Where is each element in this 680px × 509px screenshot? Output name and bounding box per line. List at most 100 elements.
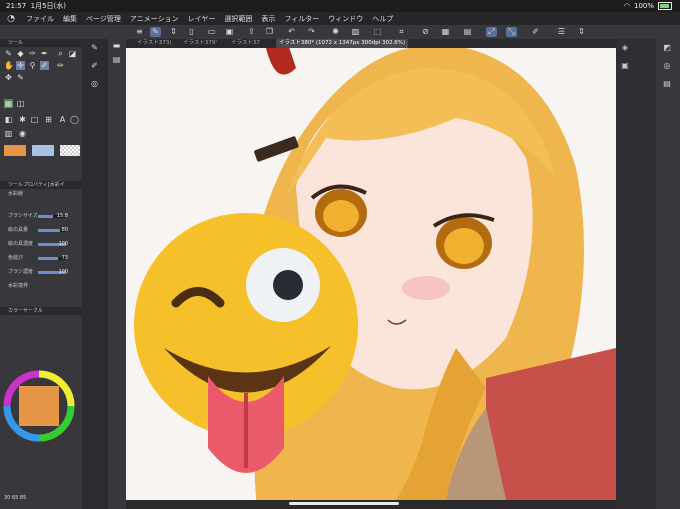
menu-window[interactable]: ウィンドウ xyxy=(328,14,363,24)
main-color-swatch[interactable] xyxy=(4,145,26,156)
menu-layer[interactable]: レイヤー xyxy=(188,14,216,24)
save-icon[interactable]: ▣ xyxy=(224,27,235,37)
ruler-icon[interactable]: ▥ xyxy=(4,129,13,138)
app-logo-icon[interactable]: ◔ xyxy=(4,14,18,24)
sparkle-icon[interactable]: ✱ xyxy=(18,115,27,124)
right-panel: ◈ ▣ xyxy=(616,39,656,509)
hand-tool-icon[interactable]: ✋ xyxy=(4,61,14,70)
property-row[interactable]: 絵の具濃度 100 xyxy=(4,240,78,249)
saturation-square[interactable] xyxy=(19,386,59,426)
stepper-icon[interactable]: ⇕ xyxy=(168,27,179,37)
artwork xyxy=(126,48,616,500)
pen-pressure-icon[interactable]: ✐ xyxy=(530,27,541,37)
airbrush-icon[interactable]: ✎ xyxy=(16,73,25,82)
command-bar: ≡ ✎ ⇕ ▯ ▭ ▣ ⇪ ❐ ↶ ↷ ✺ ▨ ⬚ ⌗ ⊘ ▦ ▤ ⤢ ⤡ ✐ … xyxy=(0,25,680,39)
snap-grid-icon[interactable]: ▦ xyxy=(440,27,451,37)
pencil-tool-icon[interactable]: ✏ xyxy=(56,61,65,70)
document-tabs: イラスト373( イラスト379' イラスト37 イラスト380* (1072 … xyxy=(126,39,616,48)
date: 1月5日(水) xyxy=(30,2,67,10)
property-row[interactable]: 色延び 73 xyxy=(4,254,78,263)
snap-ruler-icon[interactable]: ▤ xyxy=(462,27,473,37)
brush-name-row[interactable]: 水彩線 xyxy=(4,190,78,199)
color-circle-header: カラーサークル xyxy=(0,307,82,315)
hsv-readout: 30 65 85 xyxy=(4,495,27,501)
menu-help[interactable]: ヘルプ xyxy=(372,14,393,24)
property-row[interactable]: ブラシ濃度 100 xyxy=(4,268,78,277)
tool-panel: ツール ✎ ◆ ✑ ✒ ⌕ ◪ ✋ ✛ ⚲ ✐ ✏ ✥ ✎ ▦ ◫ ◧ ✱ □ … xyxy=(0,39,82,509)
folder-icon[interactable]: ▬ xyxy=(112,41,121,50)
sub-color-swatch[interactable] xyxy=(32,145,54,156)
canvas[interactable] xyxy=(126,48,616,500)
brush-tool-icon[interactable]: ✑ xyxy=(28,49,37,58)
quick-access-icon[interactable]: ✎ xyxy=(150,27,161,37)
right-strip: ◩ ◎ ▤ xyxy=(656,39,680,509)
menu-file[interactable]: ファイル xyxy=(26,14,54,24)
panel-icon-3[interactable]: ▤ xyxy=(662,79,672,89)
gradient-icon[interactable]: ◧ xyxy=(4,115,13,124)
text-tool-icon[interactable]: A xyxy=(58,115,67,124)
eraser-tool-icon[interactable]: ✒ xyxy=(40,49,49,58)
battery-icon xyxy=(658,2,672,10)
status-bar: 21:57 1月5日(水) ◠ 100% xyxy=(0,0,680,12)
share-icon[interactable]: ⇪ xyxy=(246,27,257,37)
watercolor-tool-icon[interactable]: ✐ xyxy=(40,61,49,70)
vector-icon[interactable]: ⤡ xyxy=(506,27,517,37)
menu-filter[interactable]: フィルター xyxy=(284,14,319,24)
balloon-icon[interactable]: ◯ xyxy=(70,115,79,124)
side-strip: ▬ ▤ xyxy=(108,39,126,509)
clock: 21:57 xyxy=(6,2,27,10)
menu-icon[interactable]: ≡ xyxy=(134,27,145,37)
frame-icon[interactable]: ⊞ xyxy=(44,115,53,124)
blend-row[interactable]: 水彩境界 xyxy=(4,282,78,291)
target-icon[interactable]: ◎ xyxy=(90,79,99,88)
blend-tool-icon[interactable]: ◫ xyxy=(16,99,25,108)
menu-page[interactable]: ページ管理 xyxy=(86,14,121,24)
eyedropper-icon[interactable]: ⚲ xyxy=(28,61,37,70)
property-row[interactable]: ブラシサイズ 15.8 xyxy=(4,212,78,221)
snap-off-icon[interactable]: ⊘ xyxy=(420,27,431,37)
transparent-swatch[interactable] xyxy=(60,145,80,156)
folder-icon[interactable]: ▭ xyxy=(206,27,217,37)
transform-icon[interactable]: ⬚ xyxy=(372,27,383,37)
loading-icon[interactable]: ✺ xyxy=(330,27,341,37)
clear-icon[interactable]: ▨ xyxy=(350,27,361,37)
rectangle-icon[interactable]: □ xyxy=(30,115,39,124)
home-indicator[interactable] xyxy=(289,502,399,505)
transform-tool-icon[interactable]: ✥ xyxy=(4,73,13,82)
magnifier-icon[interactable]: ⌕ xyxy=(56,49,65,58)
tab-illust-380[interactable]: イラスト380* (1072 x 1347px 300dpi 302.6%) xyxy=(276,39,409,48)
settings-icon[interactable]: ☰ xyxy=(556,27,567,37)
menu-animation[interactable]: アニメーション xyxy=(130,14,179,24)
fill-tool-icon[interactable]: ◆ xyxy=(16,49,25,58)
menu-view[interactable]: 表示 xyxy=(261,14,275,24)
stamp-icon[interactable]: ◪ xyxy=(68,49,77,58)
duplicate-icon[interactable]: ❐ xyxy=(264,27,275,37)
property-row[interactable]: 絵の具量 80 xyxy=(4,226,78,235)
layer-select-icon[interactable]: ▦ xyxy=(4,99,13,108)
color-wheel[interactable] xyxy=(2,369,76,443)
menu-bar: ◔ ファイル 編集 ページ管理 アニメーション レイヤー 選択範囲 表示 フィル… xyxy=(0,12,680,25)
pen-icon[interactable]: ✎ xyxy=(90,43,99,52)
crop-icon[interactable]: ⌗ xyxy=(396,27,407,37)
tab-illust-37x[interactable]: イラスト37 xyxy=(228,39,263,48)
navigator-icon[interactable]: ▣ xyxy=(620,61,630,71)
tab-illust-379[interactable]: イラスト379' xyxy=(180,39,220,48)
undo-icon[interactable]: ↶ xyxy=(286,27,297,37)
correction-icon[interactable]: ◉ xyxy=(18,129,27,138)
pen-tool-icon[interactable]: ✎ xyxy=(4,49,13,58)
smudge-icon[interactable]: ✐ xyxy=(90,61,99,70)
panel-icon-1[interactable]: ◩ xyxy=(662,43,672,53)
redo-icon[interactable]: ↷ xyxy=(306,27,317,37)
move-tool-icon[interactable]: ✛ xyxy=(16,61,25,70)
menu-edit[interactable]: 編集 xyxy=(63,14,77,24)
layer-panel-icon[interactable]: ◈ xyxy=(620,43,630,53)
layer-icon[interactable]: ▤ xyxy=(112,55,121,64)
menu-selection[interactable]: 選択範囲 xyxy=(224,14,252,24)
stepper-icon-2[interactable]: ⇕ xyxy=(576,27,587,37)
panel-icon-2[interactable]: ◎ xyxy=(662,61,672,71)
tool-panel-header: ツール xyxy=(0,39,82,47)
tab-illust-373[interactable]: イラスト373( xyxy=(134,39,175,48)
tool-property-header: ツールプロパティ[水彩イ xyxy=(0,181,82,189)
stabilizer-icon[interactable]: ⤢ xyxy=(486,27,497,37)
new-file-icon[interactable]: ▯ xyxy=(186,27,197,37)
